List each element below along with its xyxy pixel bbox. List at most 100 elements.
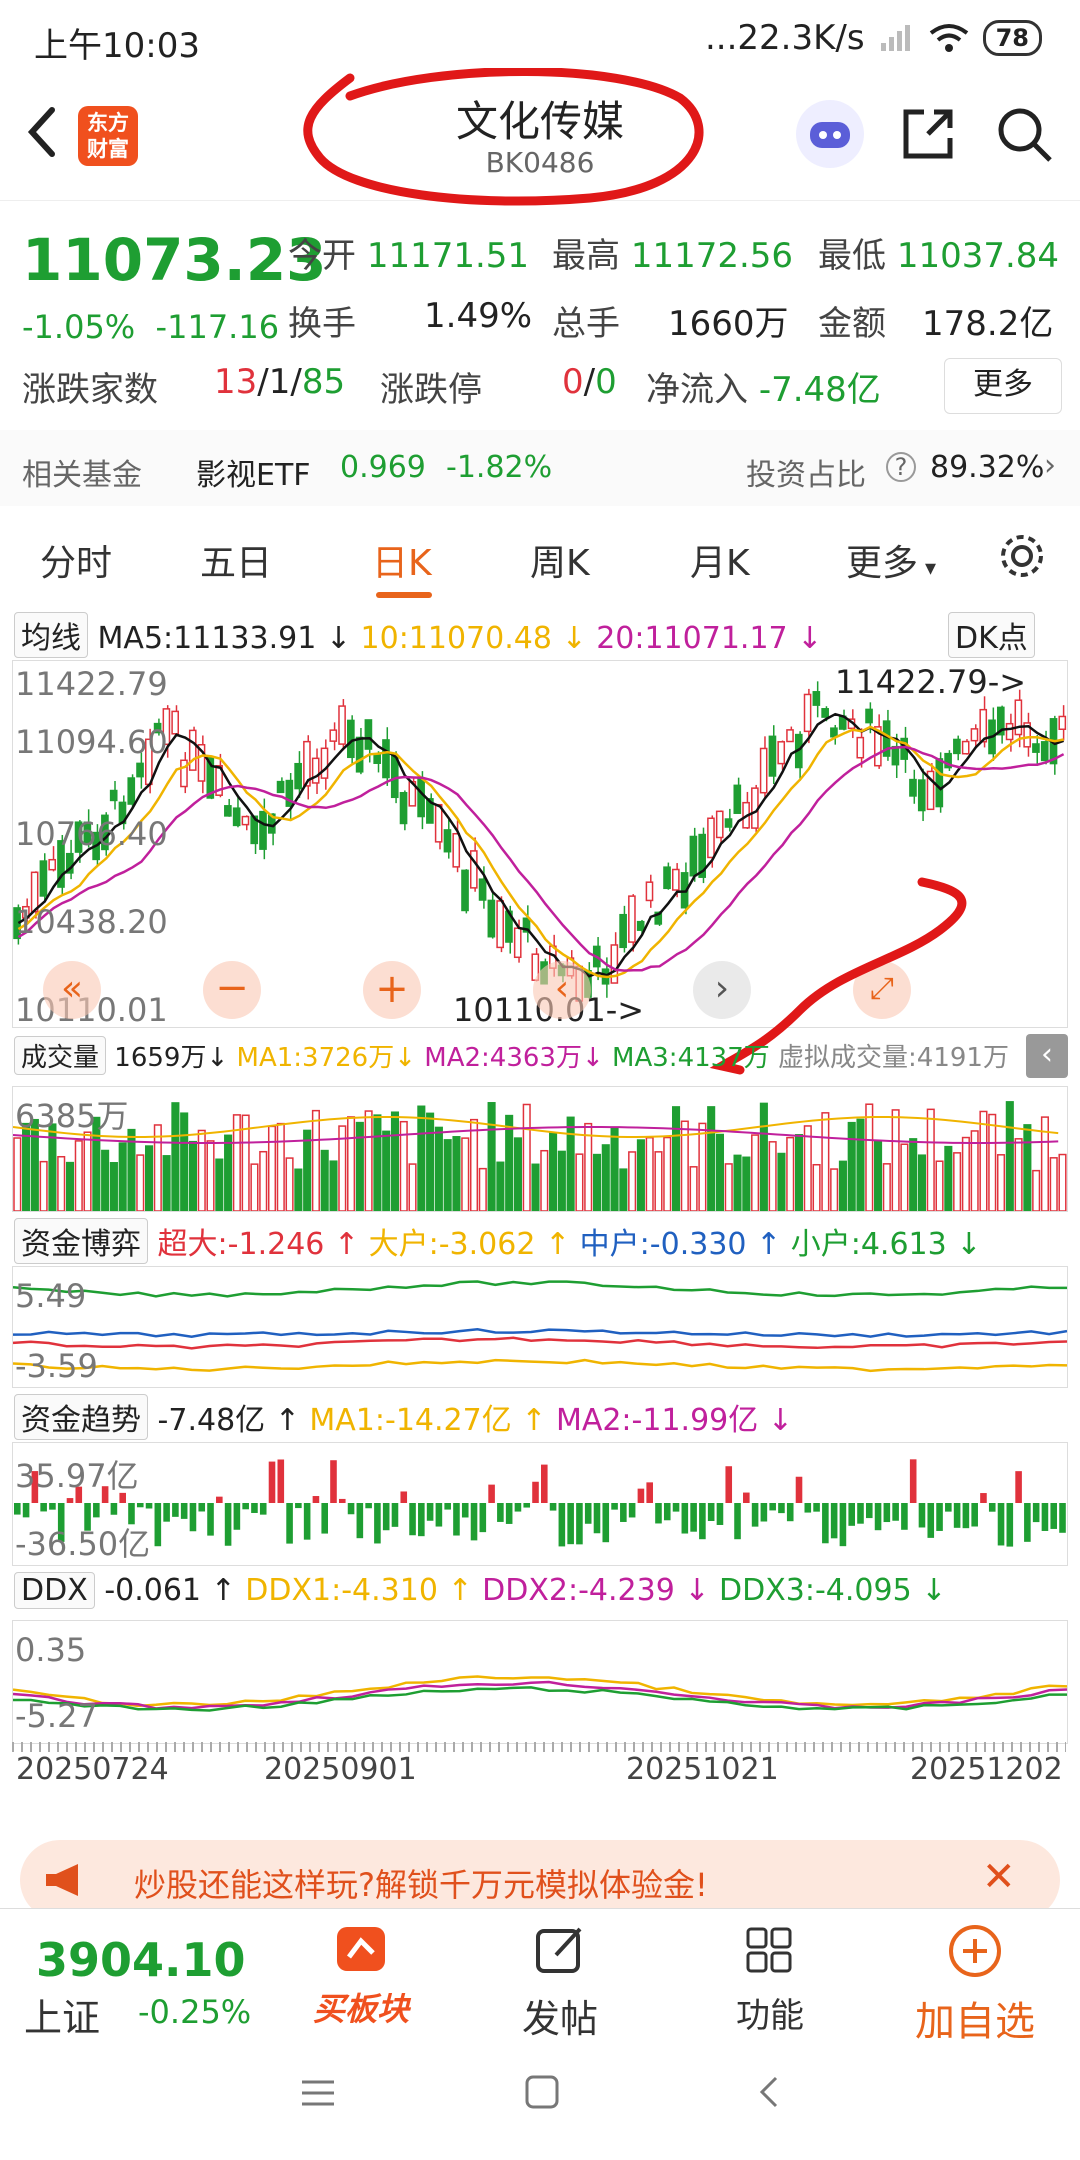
trend-bar: [172, 1503, 179, 1517]
mid-line: [13, 1327, 1067, 1339]
candle-body: [917, 779, 926, 812]
ma5-value: MA5:11133.91: [97, 621, 317, 656]
candle-body: [329, 729, 338, 742]
capital-game-selector[interactable]: 资金博弈: [14, 1218, 148, 1264]
collapse-panel-icon[interactable]: ‹: [1026, 1034, 1068, 1078]
capital-trend-selector[interactable]: 资金趋势: [14, 1394, 148, 1440]
volume-bar: [496, 1161, 505, 1211]
volume-bar: [882, 1163, 891, 1211]
add-watchlist-button[interactable]: 加自选: [900, 1923, 1050, 2047]
candle-body: [513, 927, 522, 959]
tab-five-day[interactable]: 五日: [200, 534, 272, 586]
volume-bar: [777, 1152, 786, 1211]
volume-bar: [584, 1122, 593, 1211]
volume-bar: [101, 1149, 110, 1211]
volume-bar: [698, 1122, 707, 1211]
index-value[interactable]: 3904.10: [36, 1933, 246, 1987]
volume-axis-max: 6385万: [15, 1097, 129, 1135]
trend-bar: [523, 1503, 531, 1508]
trend-bar: [751, 1503, 759, 1527]
volume-bar: [347, 1116, 356, 1211]
trend-bar: [760, 1503, 768, 1522]
trend-bar: [1024, 1503, 1031, 1542]
candle-body: [961, 740, 970, 755]
related-fund-row[interactable]: 相关基金 影视ETF 0.969 -1.82% 投资占比 ? 89.32% ›: [0, 430, 1080, 506]
volume-bar: [83, 1131, 92, 1211]
trend-bar: [593, 1503, 601, 1534]
capital-trend-bottom: -36.50亿: [15, 1525, 151, 1563]
robot-assistant-icon[interactable]: [796, 100, 864, 168]
post-button[interactable]: 发帖: [500, 1923, 620, 2043]
trend-bar: [962, 1503, 970, 1529]
volume-selector[interactable]: 成交量: [14, 1036, 107, 1075]
trend-bar: [154, 1503, 162, 1547]
prev-icon[interactable]: ‹: [533, 961, 591, 1019]
zoom-out-icon[interactable]: −: [203, 961, 261, 1019]
trend-bar: [365, 1503, 372, 1509]
capital-trend-legend: 资金趋势 -7.48亿 ↑ MA1:-14.27亿 ↑ MA2:-11.99亿 …: [14, 1394, 793, 1440]
candle-body: [1040, 741, 1049, 762]
home-icon[interactable]: [524, 2074, 560, 2110]
trend-bar: [997, 1503, 1005, 1546]
trend-bar: [558, 1503, 566, 1547]
trend-bar: [453, 1503, 460, 1536]
high-price: 最高 11172.56: [552, 236, 794, 276]
candle-body: [803, 693, 812, 733]
search-icon[interactable]: [994, 104, 1054, 164]
ddx-selector[interactable]: DDX: [14, 1572, 95, 1609]
tab-more[interactable]: 更多 ▾: [846, 534, 936, 586]
volume-bar: [13, 1137, 22, 1211]
index-name: 上证: [24, 1996, 101, 2040]
menu-icon[interactable]: [300, 2076, 336, 2110]
volume-bar: [794, 1134, 804, 1211]
function-button[interactable]: 功能: [710, 1923, 830, 2037]
ma-legend: 均线 MA5:11133.91 ↓ 10:11070.48 ↓ 20:11071…: [14, 612, 822, 658]
buy-sector-button[interactable]: 买板块: [296, 1923, 426, 2030]
close-icon[interactable]: ✕: [982, 1854, 1016, 1900]
volume-bar: [979, 1110, 988, 1211]
more-button[interactable]: 更多: [944, 358, 1062, 414]
capital-game-bottom: -3.59: [15, 1347, 98, 1385]
trend-bar: [391, 1503, 399, 1527]
tab-daily-k[interactable]: 日K: [372, 534, 432, 586]
zoom-in-icon[interactable]: +: [363, 961, 421, 1019]
tab-minute[interactable]: 分时: [40, 534, 112, 586]
volume-bar: [759, 1102, 768, 1211]
edit-icon: [536, 1927, 582, 1973]
y-label-2: 11094.60: [15, 723, 168, 761]
tab-monthly-k[interactable]: 月K: [690, 534, 750, 586]
trend-bar: [216, 1496, 223, 1503]
trend-bar: [681, 1503, 689, 1534]
volume-bar: [364, 1110, 373, 1211]
trend-bar: [110, 1503, 118, 1515]
volume-bar: [926, 1108, 935, 1211]
trend-bar: [743, 1492, 750, 1503]
trend-bar: [1050, 1503, 1058, 1529]
ma-selector[interactable]: 均线: [14, 612, 88, 658]
volume-bar: [39, 1160, 48, 1211]
share-icon[interactable]: [898, 104, 958, 164]
volume-bar: [390, 1111, 400, 1211]
trend-bar: [532, 1481, 539, 1503]
candle-body: [382, 739, 390, 779]
ddx1-line: [13, 1675, 1067, 1708]
candle-body: [821, 708, 829, 718]
scroll-left-icon[interactable]: «: [43, 961, 101, 1019]
volume-bar: [636, 1139, 645, 1211]
back-nav-icon[interactable]: [754, 2074, 784, 2110]
help-icon[interactable]: ?: [886, 452, 916, 482]
dk-point-toggle[interactable]: DK点: [948, 612, 1035, 658]
megaphone-icon: [46, 1864, 78, 1896]
volume-value: 1660万: [668, 304, 789, 344]
trend-bar: [857, 1503, 864, 1524]
trend-bar: [49, 1503, 56, 1510]
trend-bar: [541, 1464, 548, 1503]
tab-weekly-k[interactable]: 周K: [530, 534, 590, 586]
gear-icon[interactable]: [996, 530, 1048, 582]
volume-bar: [935, 1160, 944, 1211]
network-speed: ...22.3K/s: [705, 18, 865, 58]
volume-bar: [329, 1160, 338, 1211]
candle-body: [417, 778, 425, 818]
volume-bar: [996, 1154, 1006, 1211]
candle-body: [759, 747, 768, 794]
